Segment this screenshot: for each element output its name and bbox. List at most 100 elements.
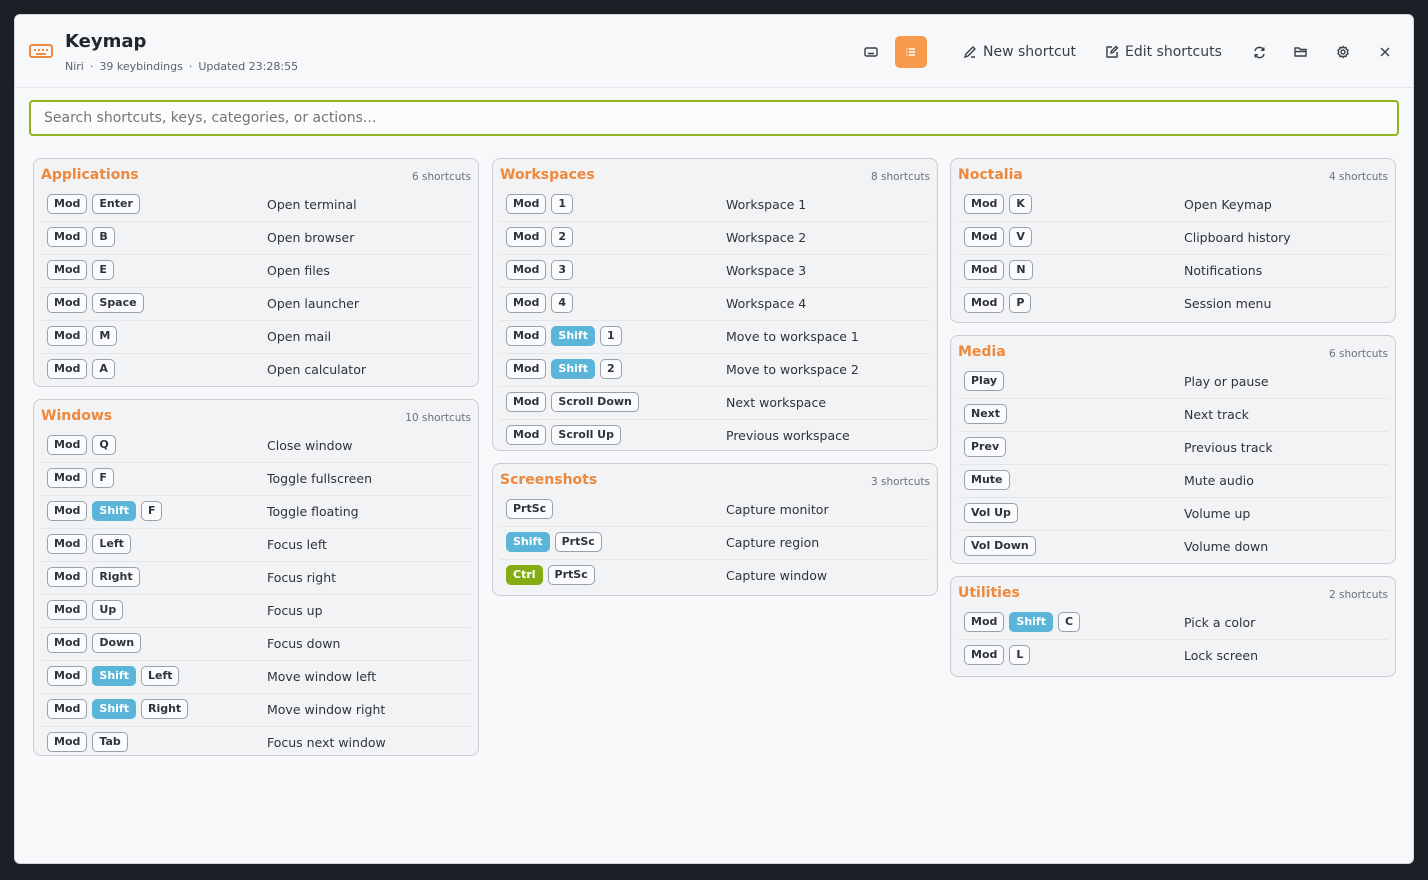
shortcut-list: Play Play or pause Next Next track Prev Previ… [958, 366, 1388, 563]
shortcut-row[interactable]: Mod Scroll Up Previous workspace [500, 420, 930, 452]
shortcut-list: Mod K Open Keymap Mod V Clipboard history Mod N… [958, 189, 1388, 320]
key-cap: Mod [506, 392, 547, 412]
shortcut-list: PrtSc Capture monitor Shift PrtSc Capture re… [500, 494, 930, 592]
shortcut-row[interactable]: Play Play or pause [958, 366, 1388, 399]
close-button[interactable] [1371, 36, 1399, 68]
shortcut-row[interactable]: Prev Previous track [958, 432, 1388, 465]
shortcut-action: Focus left [267, 537, 327, 552]
open-folder-button[interactable] [1287, 36, 1315, 68]
shortcut-row[interactable]: Mod Enter Open terminal [41, 189, 471, 222]
shortcut-row[interactable]: Mod 2 Workspace 2 [500, 222, 930, 255]
search-input[interactable] [29, 100, 1399, 136]
shortcut-row[interactable]: Mod Space Open launcher [41, 288, 471, 321]
category-card-windows: Windows 10 shortcuts Mod Q Close window Mod F T… [33, 399, 479, 756]
key-cap: Shift [92, 501, 136, 521]
category-title: Windows [41, 408, 113, 424]
shortcut-row[interactable]: Ctrl PrtSc Capture window [500, 560, 930, 592]
key-cap: Ctrl [506, 565, 543, 585]
keymap-window: Keymap Niri · 39 keybindings · Updated 23:28… [14, 14, 1414, 864]
list-view-button[interactable] [895, 36, 927, 68]
shortcut-action: Notifications [1184, 263, 1263, 278]
shortcut-row[interactable]: Mod M Open mail [41, 321, 471, 354]
category-title: Utilities [958, 585, 1020, 601]
shortcut-row[interactable]: Vol Up Volume up [958, 498, 1388, 531]
key-combo: Mod K [964, 194, 1032, 214]
shortcut-action: Toggle floating [267, 504, 359, 519]
key-cap: Mod [964, 194, 1005, 214]
shortcut-action: Move window right [267, 702, 386, 717]
shortcut-action: Open files [267, 263, 330, 278]
shortcut-row[interactable]: Mod Up Focus up [41, 595, 471, 628]
updated-time: Updated 23:28:55 [198, 60, 299, 73]
key-combo: Mod F [47, 468, 114, 488]
key-combo: Mod Up [47, 600, 124, 620]
key-cap: Mod [47, 468, 88, 488]
shortcut-row[interactable]: Mod E Open files [41, 255, 471, 288]
shortcut-row[interactable]: Mod 4 Workspace 4 [500, 288, 930, 321]
key-cap: Mod [47, 534, 88, 554]
shortcut-list: Mod Shift C Pick a color Mod L Lock screen [958, 607, 1388, 672]
shortcut-row[interactable]: PrtSc Capture monitor [500, 494, 930, 527]
key-cap: Shift [1009, 612, 1053, 632]
shortcut-row[interactable]: Mod Shift F Toggle floating [41, 496, 471, 529]
shortcut-action: Focus down [267, 636, 341, 651]
shortcut-row[interactable]: Mod Down Focus down [41, 628, 471, 661]
key-combo: Prev [964, 437, 1007, 457]
key-combo: Mute [964, 470, 1010, 490]
shortcut-row[interactable]: Mod 1 Workspace 1 [500, 189, 930, 222]
key-cap: Mod [47, 633, 88, 653]
shortcut-row[interactable]: Mod V Clipboard history [958, 222, 1388, 255]
close-icon [1380, 47, 1390, 57]
key-combo: Mod P [964, 293, 1032, 313]
category-title: Applications [41, 167, 139, 183]
shortcut-action: Previous workspace [726, 428, 850, 443]
shortcut-action: Volume up [1184, 506, 1251, 521]
edit-shortcuts-button[interactable]: Edit shortcuts [1105, 36, 1222, 68]
shortcut-action: Next workspace [726, 395, 827, 410]
key-cap: Shift [551, 326, 595, 346]
shortcut-row[interactable]: Mod Shift 2 Move to workspace 2 [500, 354, 930, 387]
settings-button[interactable] [1329, 36, 1357, 68]
shortcut-row[interactable]: Mod Shift Left Move window left [41, 661, 471, 694]
shortcut-row[interactable]: Mod L Lock screen [958, 640, 1388, 672]
shortcut-row[interactable]: Vol Down Volume down [958, 531, 1388, 563]
key-combo: Next [964, 404, 1008, 424]
shortcut-action: Previous track [1184, 440, 1273, 455]
shortcut-row[interactable]: Mute Mute audio [958, 465, 1388, 498]
shortcut-count: 6 shortcuts [411, 171, 471, 183]
shortcut-row[interactable]: Mod F Toggle fullscreen [41, 463, 471, 496]
key-cap: Left [92, 534, 131, 554]
key-cap: Mod [506, 326, 547, 346]
shortcut-row[interactable]: Next Next track [958, 399, 1388, 432]
key-cap: Mod [506, 260, 547, 280]
shortcut-row[interactable]: Mod K Open Keymap [958, 189, 1388, 222]
shortcut-row[interactable]: Shift PrtSc Capture region [500, 527, 930, 560]
key-combo: Mod 4 [506, 293, 574, 313]
shortcut-row[interactable]: Mod P Session menu [958, 288, 1388, 320]
shortcut-row[interactable]: Mod Tab Focus next window [41, 727, 471, 759]
shortcut-row[interactable]: Mod Shift Right Move window right [41, 694, 471, 727]
shortcut-row[interactable]: Mod 3 Workspace 3 [500, 255, 930, 288]
new-shortcut-button[interactable]: New shortcut [963, 36, 1076, 68]
new-shortcut-label: New shortcut [983, 44, 1077, 60]
key-cap: 1 [551, 194, 574, 214]
key-cap: Mod [506, 293, 547, 313]
shortcut-row[interactable]: Mod N Notifications [958, 255, 1388, 288]
key-cap: L [1009, 645, 1031, 665]
shortcut-row[interactable]: Mod Scroll Down Next workspace [500, 387, 930, 420]
keyboard-view-button[interactable] [855, 36, 887, 68]
shortcut-row[interactable]: Mod Shift C Pick a color [958, 607, 1388, 640]
shortcut-row[interactable]: Mod Shift 1 Move to workspace 1 [500, 321, 930, 354]
shortcut-row[interactable]: Mod Right Focus right [41, 562, 471, 595]
shortcut-row[interactable]: Mod Q Close window [41, 430, 471, 463]
key-combo: Mod Shift Left [47, 666, 180, 686]
header-subtitle: Niri · 39 keybindings · Updated 23:28:55 [65, 60, 298, 73]
shortcut-row[interactable]: Mod B Open browser [41, 222, 471, 255]
gear-icon [1337, 45, 1349, 59]
shortcut-list: Mod Q Close window Mod F Toggle fullscreen Mod… [41, 430, 471, 759]
shortcut-row[interactable]: Mod Left Focus left [41, 529, 471, 562]
key-combo: Play [964, 371, 1005, 391]
shortcut-row[interactable]: Mod A Open calculator [41, 354, 471, 386]
refresh-button[interactable] [1245, 36, 1273, 68]
key-cap: PrtSc [554, 532, 602, 552]
